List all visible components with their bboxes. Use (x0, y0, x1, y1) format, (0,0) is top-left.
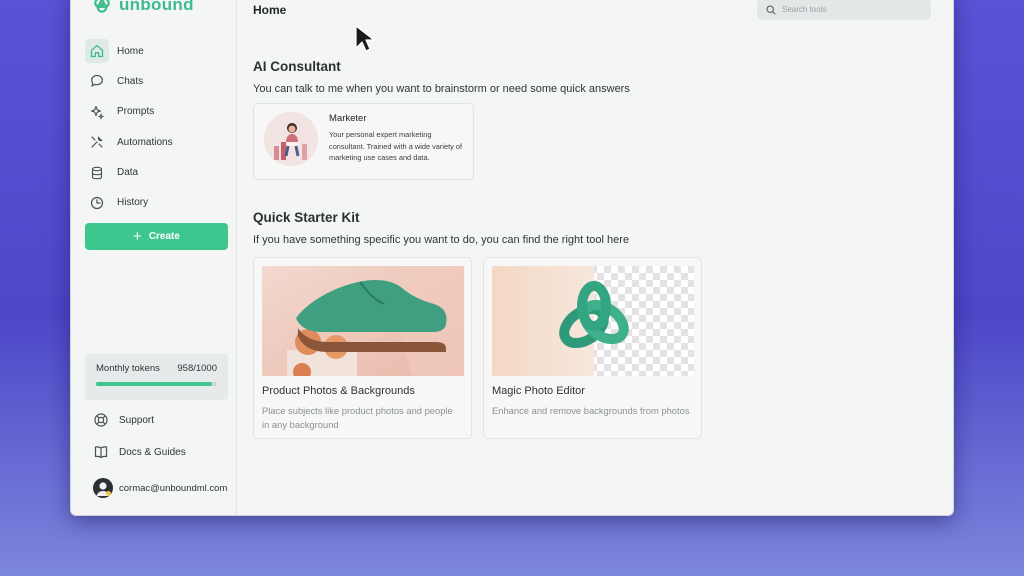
sidebar-item-automations[interactable]: Automations (85, 129, 229, 155)
brand-name: unbound (119, 0, 194, 14)
user-account[interactable]: cormac@unboundml.com (93, 478, 227, 498)
home-icon (85, 39, 109, 63)
photo-editor-image (492, 266, 694, 376)
tokens-progress-bar (96, 382, 217, 386)
sidebar-item-label: History (117, 197, 149, 209)
database-icon (85, 161, 109, 185)
sidebar-item-prompts[interactable]: Prompts (85, 99, 229, 125)
page-title: Home (253, 3, 287, 17)
support-link[interactable]: Support (93, 412, 154, 428)
product-photos-tool-card[interactable]: Product Photos & Backgrounds Place subje… (253, 257, 472, 439)
avatar (93, 478, 113, 498)
sidebar-item-history[interactable]: History (85, 190, 229, 216)
create-button[interactable]: + Create (85, 223, 228, 250)
sidebar-nav: Home Chats Prompts Automations Data Hist… (85, 38, 229, 220)
tokens-value: 958/1000 (177, 363, 217, 374)
search-bar[interactable] (757, 0, 931, 20)
search-icon (766, 4, 776, 15)
magic-photo-editor-tool-card[interactable]: Magic Photo Editor Enhance and remove ba… (483, 257, 702, 439)
docs-guides-link[interactable]: Docs & Guides (93, 444, 186, 460)
marketer-consultant-card[interactable]: Marketer Your personal expert marketing … (253, 103, 474, 180)
plus-icon: + (133, 228, 142, 245)
sparkle-icon (85, 100, 109, 124)
tools-icon (85, 130, 109, 154)
quick-starter-subtitle: If you have something specific you want … (253, 234, 630, 246)
chat-icon (85, 69, 109, 93)
sidebar-item-data[interactable]: Data (85, 160, 229, 186)
consultant-description: Your personal expert marketing consultan… (329, 130, 463, 162)
tool-description: Enhance and remove backgrounds from phot… (492, 405, 690, 416)
tool-description: Place subjects like product photos and p… (262, 405, 453, 430)
brand-logo[interactable]: unbound (93, 0, 194, 15)
shoe-product-image (262, 266, 464, 376)
tool-title: Magic Photo Editor (492, 385, 585, 397)
monthly-tokens-panel: Monthly tokens 958/1000 (85, 354, 228, 400)
mouse-cursor-icon (354, 24, 376, 59)
search-input[interactable] (782, 5, 922, 14)
user-email: cormac@unboundml.com (119, 482, 228, 494)
unbound-logo-icon (94, 0, 110, 13)
consultant-name: Marketer (329, 113, 367, 124)
tokens-progress-fill (96, 382, 212, 386)
sidebar-item-label: Data (117, 167, 139, 179)
ai-consultant-heading: AI Consultant (253, 59, 341, 74)
sidebar-item-label: Home (117, 45, 144, 57)
lifebuoy-icon (94, 413, 108, 427)
support-label: Support (119, 414, 155, 426)
tool-title: Product Photos & Backgrounds (262, 385, 415, 397)
book-icon (94, 446, 108, 459)
marketer-avatar-image (264, 112, 318, 166)
sidebar-item-label: Prompts (117, 106, 155, 118)
create-button-label: Create (148, 231, 180, 242)
history-icon (85, 191, 109, 215)
sidebar-item-chats[interactable]: Chats (85, 68, 229, 94)
sidebar-item-home[interactable]: Home (85, 38, 229, 64)
quick-starter-heading: Quick Starter Kit (253, 210, 360, 225)
sidebar-item-label: Chats (117, 75, 144, 87)
sidebar: unbound Home Chats Prompts Automations D… (71, 0, 237, 515)
main-content: Home AI Consultant You can talk to me wh… (237, 0, 953, 515)
sidebar-item-label: Automations (117, 136, 173, 148)
ai-consultant-subtitle: You can talk to me when you want to brai… (253, 83, 630, 95)
app-window: unbound Home Chats Prompts Automations D… (70, 0, 954, 516)
docs-guides-label: Docs & Guides (119, 446, 186, 458)
tokens-label: Monthly tokens (96, 363, 160, 374)
